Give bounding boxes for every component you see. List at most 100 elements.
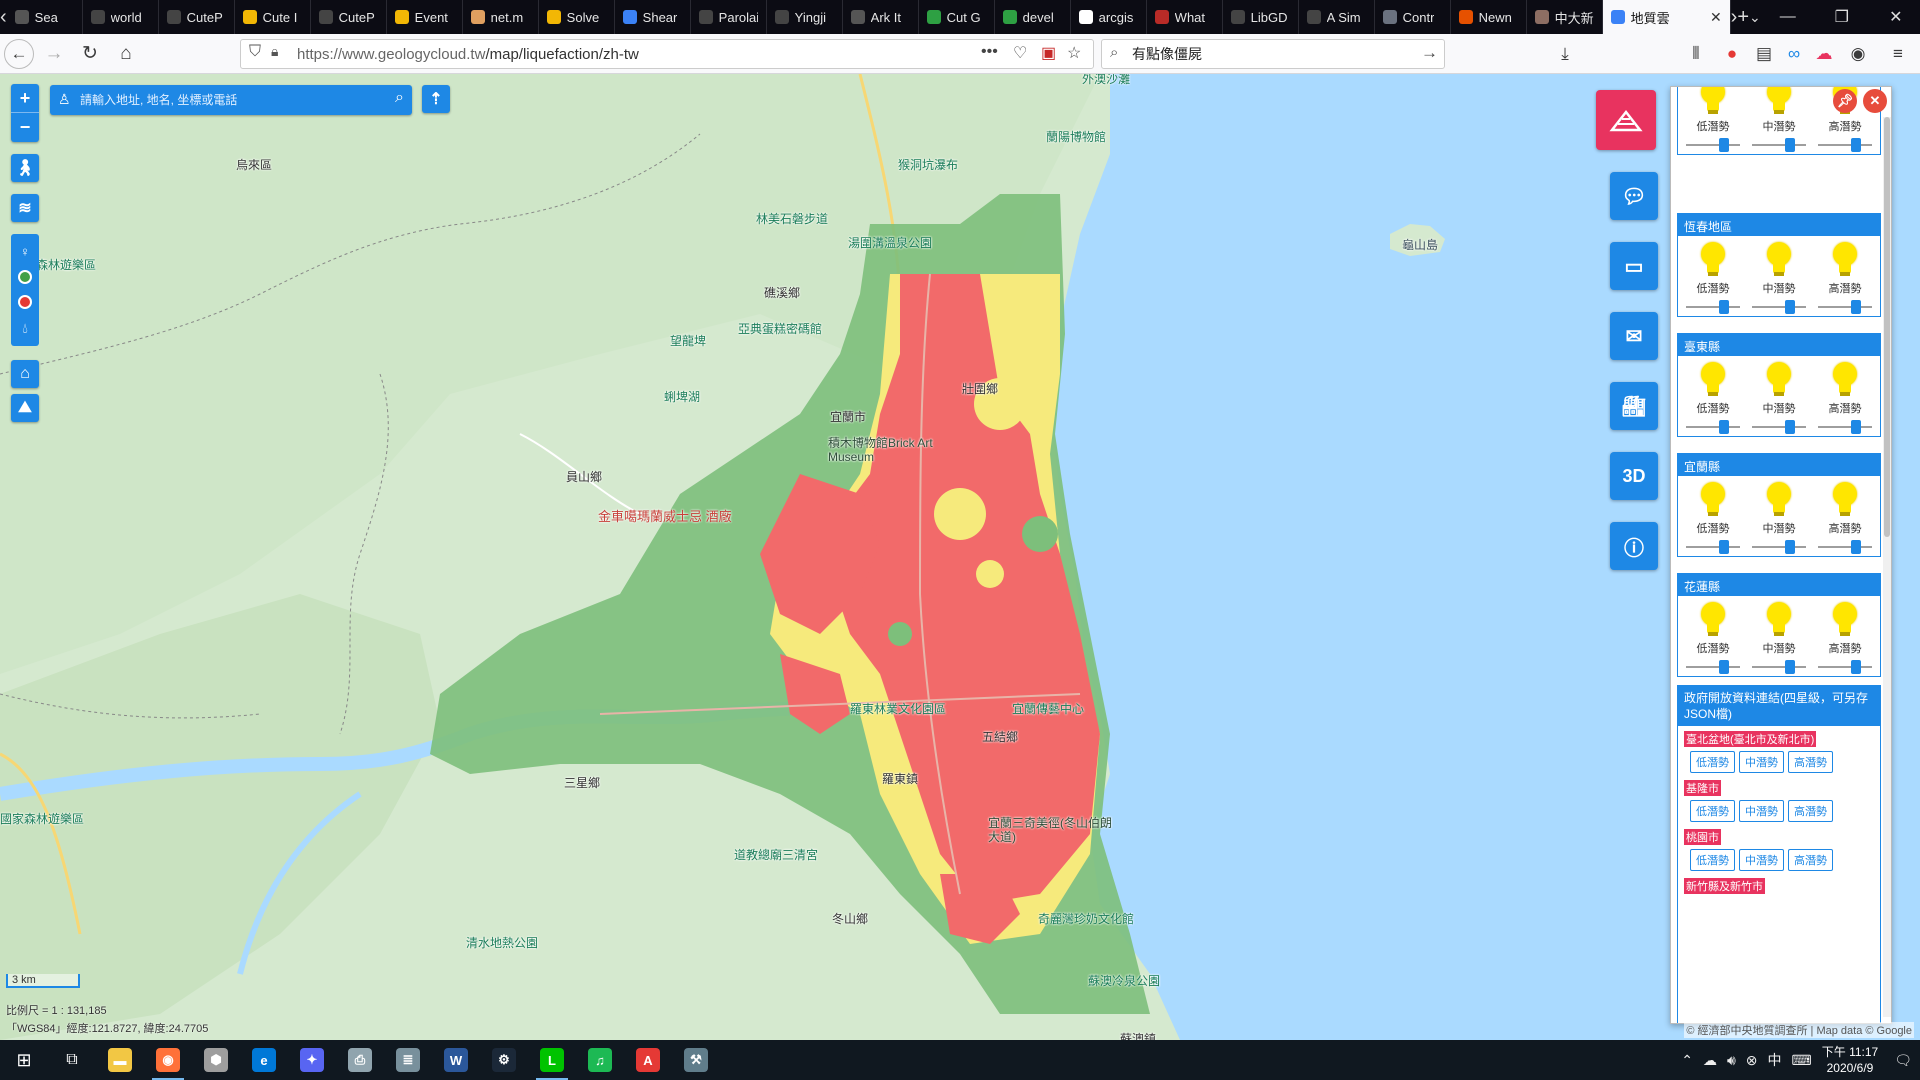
cloud-extension-icon[interactable]: ☁ (1812, 42, 1836, 66)
browser-tab[interactable]: Solve (539, 0, 615, 34)
map-attribution[interactable]: © 經濟部中央地質調查所 | Map data © Google (1684, 1022, 1914, 1038)
lock-icon[interactable]: 🔒︎ (271, 43, 278, 60)
start-button[interactable]: ⊞ (0, 1040, 48, 1080)
menu-icon[interactable]: ≡ (1886, 42, 1910, 66)
volume-icon[interactable]: 🔊︎ (1727, 1052, 1736, 1069)
legend-lamp[interactable]: 低潛勢 (1682, 602, 1744, 674)
browser-tab[interactable]: Shear (615, 0, 691, 34)
map-label[interactable]: 亞典蛋糕密碼館 (738, 320, 822, 337)
page-actions-icon[interactable]: ••• (981, 43, 998, 61)
scrollbar-thumb[interactable] (1884, 117, 1890, 537)
open-data-link-button[interactable]: 中潛勢 (1739, 800, 1784, 822)
taskbar-app[interactable]: ⚒ (672, 1040, 720, 1080)
taskbar-app[interactable]: e (240, 1040, 288, 1080)
house-flood-icon[interactable]: ⌂ (11, 360, 39, 388)
url-text[interactable]: https://www.geologycloud.tw/map/liquefac… (297, 46, 639, 63)
open-data-link-button[interactable]: 低潛勢 (1690, 800, 1735, 822)
opacity-slider[interactable] (1686, 300, 1740, 314)
translate-icon[interactable]: ∞ (1782, 42, 1806, 66)
open-data-link-button[interactable]: 中潛勢 (1739, 751, 1784, 773)
map-label[interactable]: 奇麗灣珍奶文化館 (1038, 910, 1134, 927)
map-label[interactable]: 清水地熱公園 (466, 934, 538, 951)
taskbar-app[interactable]: L (528, 1040, 576, 1080)
legend-lamp[interactable]: 低潛勢 (1682, 87, 1744, 152)
legend-lamp[interactable]: 低潛勢 (1682, 242, 1744, 314)
map-label[interactable]: 望龍埤 (670, 332, 706, 349)
info-icon[interactable]: ⓘ (1610, 522, 1658, 570)
slider-thumb[interactable] (1719, 660, 1729, 674)
open-data-link-button[interactable]: 高潛勢 (1788, 800, 1833, 822)
map-label[interactable]: 道教總廟三清宮 (734, 846, 818, 863)
legend-lamp[interactable]: 中潛勢 (1748, 362, 1810, 434)
opacity-slider[interactable] (1818, 138, 1872, 152)
slider-thumb[interactable] (1719, 420, 1729, 434)
legend-scrollbar[interactable] (1883, 117, 1891, 1017)
browser-tab[interactable]: CuteP (311, 0, 387, 34)
browser-tab[interactable]: net.m (463, 0, 539, 34)
open-data-link-button[interactable]: 中潛勢 (1739, 849, 1784, 871)
slider-thumb[interactable] (1785, 660, 1795, 674)
minimize-button[interactable]: — (1761, 0, 1815, 34)
search-bar[interactable]: ⌕ → (1101, 39, 1445, 69)
green-point-icon[interactable] (18, 269, 32, 284)
terrain-icon[interactable]: ⛰︎ (11, 394, 39, 422)
open-data-link-button[interactable]: 低潛勢 (1690, 849, 1735, 871)
keyboard-icon[interactable]: ⌨ (1792, 1052, 1812, 1069)
open-data-link-button[interactable]: 高潛勢 (1788, 751, 1833, 773)
map-label[interactable]: 猴洞坑瀑布 (898, 156, 958, 173)
sidebar-icon[interactable]: ▤ (1752, 42, 1776, 66)
task-view-button[interactable]: ⧉ (48, 1040, 96, 1080)
map-label[interactable]: 森林遊樂區 (36, 256, 96, 273)
map-label[interactable]: 積木博物館Brick Art Museum (828, 436, 978, 464)
map-label[interactable]: 湯圍溝溫泉公園 (848, 234, 932, 251)
taskbar-app[interactable]: ▬ (96, 1040, 144, 1080)
account-icon[interactable]: ◉ (1846, 42, 1870, 66)
forward-button[interactable]: → (38, 38, 70, 70)
ime-icon[interactable]: 中 (1768, 1050, 1782, 1070)
opacity-slider[interactable] (1686, 540, 1740, 554)
network-icon[interactable]: ⊗ (1746, 1052, 1758, 1069)
legend-lamp[interactable]: 高潛勢 (1814, 242, 1876, 314)
opacity-slider[interactable] (1752, 300, 1806, 314)
opacity-slider[interactable] (1818, 300, 1872, 314)
home-button[interactable]: ⌂ (110, 38, 142, 70)
opacity-slider[interactable] (1752, 138, 1806, 152)
map-label[interactable]: 宜蘭傳藝中心 (1012, 700, 1084, 717)
close-panel-button[interactable]: ✕ (1863, 89, 1887, 113)
bookmark-star-icon[interactable]: ☆ (1067, 43, 1081, 63)
opacity-slider[interactable] (1818, 420, 1872, 434)
slider-thumb[interactable] (1785, 300, 1795, 314)
reload-button[interactable]: ↻ (74, 38, 106, 70)
map-label[interactable]: 金車噶瑪蘭威士忌 酒廠 (598, 506, 732, 525)
open-data-link-button[interactable]: 高潛勢 (1788, 849, 1833, 871)
browser-tab[interactable]: devel (995, 0, 1071, 34)
taskbar-app[interactable]: W (432, 1040, 480, 1080)
downloads-icon[interactable]: ⤓ (1553, 42, 1577, 66)
go-arrow-icon[interactable]: → (1421, 43, 1438, 63)
taskbar-app[interactable]: ⚙ (480, 1040, 528, 1080)
opacity-slider[interactable] (1818, 540, 1872, 554)
onedrive-icon[interactable]: ☁ (1703, 1052, 1717, 1069)
map-search-input[interactable] (80, 93, 380, 107)
slider-thumb[interactable] (1719, 138, 1729, 152)
pegman-icon[interactable]: 🚶︎ (11, 154, 39, 182)
map-label[interactable]: 蘇澳冷泉公園 (1088, 972, 1160, 989)
zoom-in-button[interactable]: + (11, 84, 39, 113)
browser-tab[interactable]: Contr (1375, 0, 1451, 34)
browser-tab[interactable]: A Sim (1299, 0, 1375, 34)
liquefaction-brand-button[interactable] (1596, 90, 1656, 150)
legend-lamp[interactable]: 低潛勢 (1682, 362, 1744, 434)
restore-button[interactable]: ❐ (1815, 0, 1869, 34)
slider-thumb[interactable] (1851, 138, 1861, 152)
url-bar[interactable]: ⛉ 🔒︎ https://www.geologycloud.tw/map/liq… (240, 39, 1094, 69)
pin-icon[interactable]: ⇡ (422, 85, 450, 113)
slider-thumb[interactable] (1719, 540, 1729, 554)
legend-lamp[interactable]: 低潛勢 (1682, 482, 1744, 554)
browser-tab[interactable]: What (1147, 0, 1223, 34)
slider-thumb[interactable] (1719, 300, 1729, 314)
map-label[interactable]: 宜蘭三奇美徑(冬山伯朗大道) (988, 816, 1118, 844)
opacity-slider[interactable] (1686, 420, 1740, 434)
taskbar-app[interactable]: ≣ (384, 1040, 432, 1080)
extension-icon[interactable]: ▣ (1041, 43, 1056, 63)
opacity-slider[interactable] (1752, 660, 1806, 674)
